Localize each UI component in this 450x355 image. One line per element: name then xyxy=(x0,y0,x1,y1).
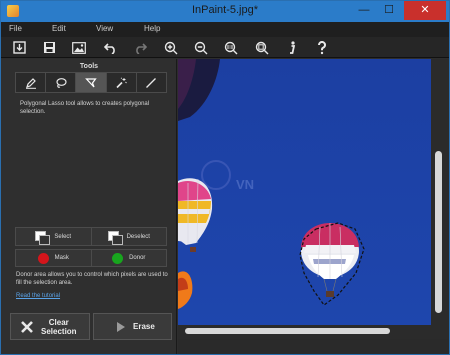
tool-description: Polygonal Lasso tool allows to creates p… xyxy=(20,101,150,115)
image-button[interactable] xyxy=(70,39,88,56)
magic-wand-tool-button[interactable] xyxy=(107,73,137,92)
zoom-in-button[interactable] xyxy=(162,39,180,56)
title-bar: InPaint-5.jpg* — ☐ ✕ xyxy=(1,1,449,22)
help-icon xyxy=(317,40,326,54)
magic-wand-icon xyxy=(116,76,128,88)
mask-color-dot xyxy=(37,252,49,264)
horizontal-scroll-thumb[interactable] xyxy=(185,328,390,334)
save-button[interactable] xyxy=(40,39,58,56)
tool-selector xyxy=(15,72,167,93)
watermark-text: VN xyxy=(236,177,254,192)
image-canvas[interactable]: VN xyxy=(178,59,431,325)
horizontal-scrollbar[interactable] xyxy=(178,325,449,339)
open-icon xyxy=(12,41,26,54)
mask-donor-buttons: Mask Donor xyxy=(15,249,167,267)
vertical-scrollbar[interactable] xyxy=(431,59,449,325)
info-button[interactable] xyxy=(283,39,301,56)
actual-size-button[interactable] xyxy=(222,39,240,56)
info-icon xyxy=(290,40,296,54)
line-tool-button[interactable] xyxy=(137,73,166,92)
donor-description: Donor area allows you to control which p… xyxy=(16,272,168,286)
polygonal-lasso-tool-button[interactable] xyxy=(76,73,107,92)
menu-file[interactable]: File xyxy=(9,24,22,33)
help-button[interactable] xyxy=(313,39,331,56)
select-button[interactable]: Select xyxy=(16,228,92,245)
marker-icon xyxy=(25,77,36,89)
photo-balloons: VN xyxy=(178,59,431,325)
undo-button[interactable] xyxy=(101,39,119,56)
status-bar xyxy=(178,339,449,354)
tutorial-link[interactable]: Read the tutorial xyxy=(16,293,60,299)
clear-selection-button[interactable]: Clear Selection xyxy=(10,313,90,340)
menu-help[interactable]: Help xyxy=(144,24,160,33)
clear-label-line2: Selection xyxy=(41,326,77,336)
lasso-tool-button[interactable] xyxy=(46,73,77,92)
deselect-label: Deselect xyxy=(126,233,150,240)
open-button[interactable] xyxy=(10,39,28,56)
tools-panel: Tools Polygonal Lasso tool allows to cre… xyxy=(1,59,177,354)
marker-tool-button[interactable] xyxy=(16,73,47,92)
image-icon xyxy=(72,41,86,54)
select-label: Select xyxy=(54,233,72,240)
zoom-in-icon xyxy=(164,41,178,54)
minimize-button[interactable]: — xyxy=(352,1,376,20)
redo-icon xyxy=(135,42,147,54)
fit-button[interactable] xyxy=(253,39,271,56)
mask-button[interactable]: Mask xyxy=(16,250,92,266)
tools-title: Tools xyxy=(79,63,99,70)
menu-edit[interactable]: Edit xyxy=(52,24,66,33)
clear-icon xyxy=(21,320,33,333)
polygonal-lasso-icon xyxy=(85,77,97,87)
clear-label-line1: Clear xyxy=(48,317,69,327)
app-window: InPaint-5.jpg* — ☐ ✕ File Edit View Help xyxy=(0,0,450,355)
redo-button[interactable] xyxy=(131,39,149,56)
line-icon xyxy=(146,77,157,88)
menu-view[interactable]: View xyxy=(96,24,113,33)
donor-color-dot xyxy=(112,252,124,264)
select-icon xyxy=(35,230,51,245)
donor-button[interactable]: Donor xyxy=(91,250,166,266)
erase-button[interactable]: Erase xyxy=(93,313,172,340)
deselect-icon xyxy=(107,230,123,245)
fit-icon xyxy=(255,41,269,54)
erase-label: Erase xyxy=(133,322,155,331)
close-button[interactable]: ✕ xyxy=(404,1,446,20)
mask-label: Mask xyxy=(54,255,69,261)
vertical-scroll-thumb[interactable] xyxy=(435,151,442,313)
toolbar xyxy=(1,37,449,58)
save-icon xyxy=(43,42,55,53)
zoom-out-icon xyxy=(194,41,208,54)
play-icon xyxy=(117,321,125,332)
zoom-out-button[interactable] xyxy=(192,39,210,56)
menu-bar: File Edit View Help xyxy=(1,22,449,37)
undo-icon xyxy=(103,42,115,54)
lasso-icon xyxy=(56,77,67,88)
donor-label: Donor xyxy=(129,255,146,261)
actual-size-icon xyxy=(224,41,238,54)
maximize-button[interactable]: ☐ xyxy=(377,1,401,20)
selection-buttons: Select Deselect xyxy=(15,227,167,246)
deselect-button[interactable]: Deselect xyxy=(91,228,166,245)
clear-label: Clear Selection xyxy=(41,318,77,336)
